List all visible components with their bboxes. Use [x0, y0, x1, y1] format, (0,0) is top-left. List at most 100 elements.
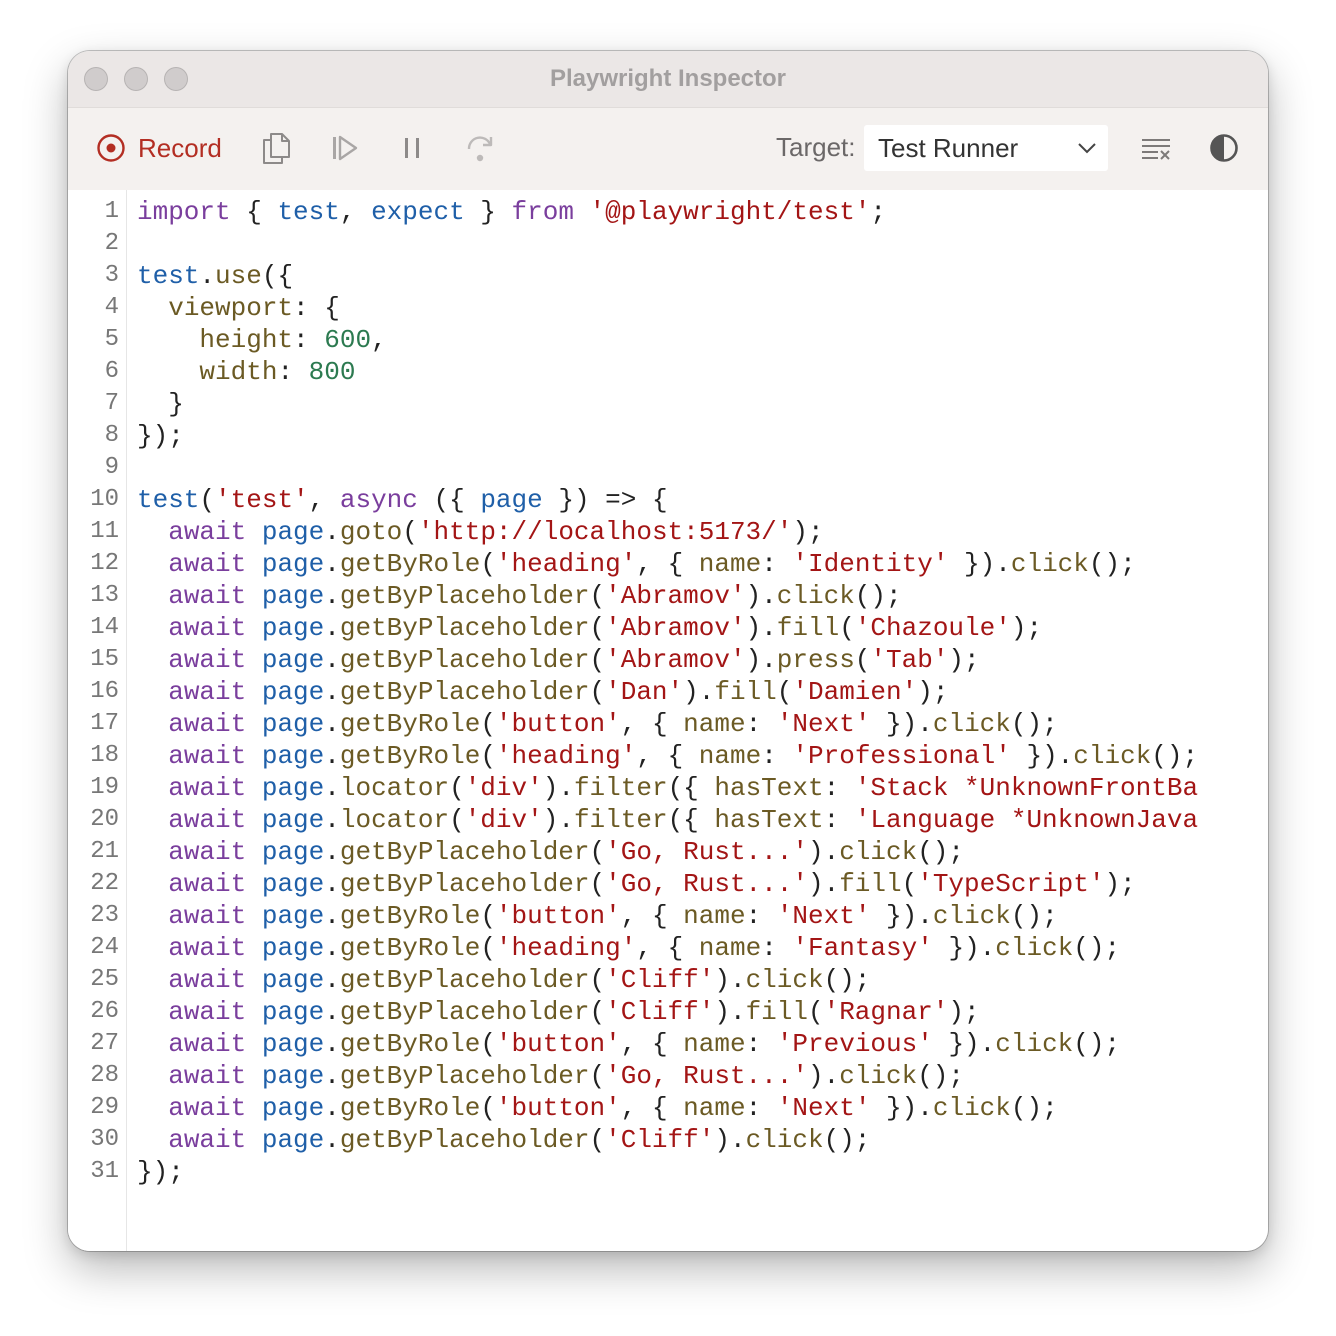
- pause-icon: [405, 138, 419, 158]
- code-line: 1 import { test, expect } from '@playwrig…: [68, 196, 1268, 228]
- code-line: 26 await page.getByPlaceholder('Cliff').…: [68, 996, 1268, 1028]
- line-number: 24: [90, 934, 119, 961]
- code-line: 25 await page.getByPlaceholder('Cliff').…: [68, 964, 1268, 996]
- line-number: 13: [90, 582, 119, 609]
- code-line: 27 await page.getByRole('button', { name…: [68, 1028, 1268, 1060]
- line-number: 22: [90, 870, 119, 897]
- code-text: });: [137, 421, 184, 451]
- code-line: 11 await page.goto('http://localhost:517…: [68, 516, 1268, 548]
- code-line: 22 await page.getByPlaceholder('Go, Rust…: [68, 868, 1268, 900]
- line-number: 27: [90, 1030, 119, 1057]
- code-line: 19 await page.locator('div').filter({ ha…: [68, 772, 1268, 804]
- line-number: 23: [90, 902, 119, 929]
- code-text: await page.goto('http://localhost:5173/'…: [168, 517, 824, 547]
- line-number: 31: [90, 1158, 119, 1185]
- code-text: await page.getByPlaceholder('Cliff').cli…: [168, 965, 871, 995]
- code-text: await page.getByPlaceholder('Go, Rust...…: [168, 837, 965, 867]
- code-line: 2: [68, 228, 1268, 260]
- resume-icon: [333, 135, 358, 161]
- code-line: 15 await page.getByPlaceholder('Abramov'…: [68, 644, 1268, 676]
- line-number: 15: [90, 646, 119, 673]
- code-line: 16 await page.getByPlaceholder('Dan').fi…: [68, 676, 1268, 708]
- line-number: 11: [90, 518, 119, 545]
- code-line: 7 }: [68, 388, 1268, 420]
- code-text: test('test', async ({ page }) => {: [137, 485, 668, 515]
- code-line: 8});: [68, 420, 1268, 452]
- target-select-value: Test Runner: [878, 133, 1019, 163]
- code-text: await page.getByRole('heading', { name: …: [168, 741, 1199, 771]
- resume-button[interactable]: [324, 128, 364, 168]
- line-number: 21: [90, 838, 119, 865]
- line-number: 16: [90, 678, 119, 705]
- line-number: 5: [104, 326, 119, 353]
- code-line: 3 test.use({: [68, 260, 1268, 292]
- line-number: 1: [104, 198, 119, 225]
- copy-icon: [263, 133, 290, 164]
- code-line: 17 await page.getByRole('button', { name…: [68, 708, 1268, 740]
- code-text: await page.getByRole('heading', { name: …: [168, 549, 1136, 579]
- code-text: await page.getByRole('button', { name: '…: [168, 1093, 1058, 1123]
- code-text: await page.getByPlaceholder('Abramov').c…: [168, 581, 902, 611]
- code-text: await page.getByPlaceholder('Go, Rust...…: [168, 1061, 965, 1091]
- code-lines: 1 import { test, expect } from '@playwrig…: [68, 196, 1268, 1188]
- code-line: 23 await page.getByRole('button', { name…: [68, 900, 1268, 932]
- target-select[interactable]: Test Runner: [864, 125, 1108, 171]
- clear-icon: [1142, 139, 1170, 160]
- code-line: 10 test('test', async ({ page }) => {: [68, 484, 1268, 516]
- clear-button[interactable]: [1136, 128, 1176, 168]
- line-number: 20: [90, 806, 119, 833]
- code-text: await page.locator('div').filter({ hasTe…: [168, 773, 1199, 803]
- step-over-icon: [467, 136, 493, 162]
- line-number: 3: [104, 262, 119, 289]
- code-line: 20 await page.locator('div').filter({ ha…: [68, 804, 1268, 836]
- inspector-window: Playwright Inspector Record Target: Test…: [68, 51, 1268, 1251]
- code-text: await page.getByPlaceholder('Abramov').p…: [168, 645, 980, 675]
- line-number: 30: [90, 1126, 119, 1153]
- code-text: test.use({: [137, 261, 294, 291]
- code-text: await page.getByRole('button', { name: '…: [168, 709, 1058, 739]
- code-text: width: 800: [199, 357, 356, 387]
- code-text: await page.getByRole('button', { name: '…: [168, 1029, 1121, 1059]
- code-line: 9: [68, 452, 1268, 484]
- chevron-down-icon: [1078, 143, 1096, 154]
- line-number: 9: [104, 454, 119, 481]
- line-number: 25: [90, 966, 119, 993]
- code-editor[interactable]: 1 import { test, expect } from '@playwrig…: [68, 190, 1268, 1251]
- code-line: 30 await page.getByPlaceholder('Cliff').…: [68, 1124, 1268, 1156]
- line-number: 6: [104, 358, 119, 385]
- code-text: await page.locator('div').filter({ hasTe…: [168, 805, 1199, 835]
- code-line: 18 await page.getByRole('heading', { nam…: [68, 740, 1268, 772]
- code-text: await page.getByPlaceholder('Go, Rust...…: [168, 869, 1136, 899]
- line-number: 8: [104, 422, 119, 449]
- title-bar: Playwright Inspector: [68, 51, 1268, 107]
- pause-button[interactable]: [392, 128, 432, 168]
- line-number: 7: [104, 390, 119, 417]
- code-line: 31});: [68, 1156, 1268, 1188]
- line-number: 19: [90, 774, 119, 801]
- code-text: await page.getByRole('button', { name: '…: [168, 901, 1058, 931]
- theme-toggle-button[interactable]: [1204, 128, 1244, 168]
- line-number: 10: [90, 486, 119, 513]
- code-text: import { test, expect } from '@playwrigh…: [137, 197, 887, 227]
- code-text: }: [137, 389, 184, 419]
- copy-button[interactable]: [256, 128, 296, 168]
- code-line: 29 await page.getByRole('button', { name…: [68, 1092, 1268, 1124]
- line-number: 17: [90, 710, 119, 737]
- record-label: Record: [138, 132, 222, 163]
- line-number: 18: [90, 742, 119, 769]
- line-number: 26: [90, 998, 119, 1025]
- code-line: 13 await page.getByPlaceholder('Abramov'…: [68, 580, 1268, 612]
- code-text: await page.getByPlaceholder('Cliff').fil…: [168, 997, 980, 1027]
- record-icon: [97, 134, 125, 162]
- line-number: 12: [90, 550, 119, 577]
- code-line: 6 width: 800: [68, 356, 1268, 388]
- line-number: 28: [90, 1062, 119, 1089]
- line-number: 29: [90, 1094, 119, 1121]
- step-over-button[interactable]: [460, 128, 500, 168]
- toolbar: Record Target: Test Runner: [68, 107, 1268, 191]
- code-line: 4 viewport: {: [68, 292, 1268, 324]
- code-line: 21 await page.getByPlaceholder('Go, Rust…: [68, 836, 1268, 868]
- record-button[interactable]: Record: [96, 128, 222, 168]
- code-text: await page.getByRole('heading', { name: …: [168, 933, 1121, 963]
- code-line: 24 await page.getByRole('heading', { nam…: [68, 932, 1268, 964]
